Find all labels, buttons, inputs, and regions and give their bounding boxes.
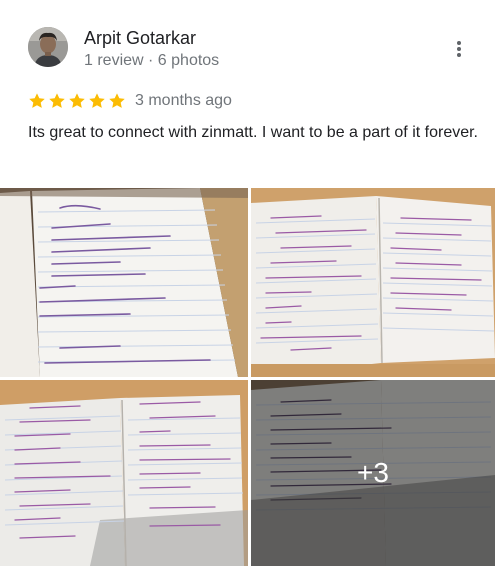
more-photos-count: +3 xyxy=(357,457,389,488)
photo-grid: +3 xyxy=(0,188,495,566)
notebook-photo-image xyxy=(251,188,495,377)
more-photos-tile[interactable]: +3 xyxy=(251,380,495,566)
review-photo[interactable] xyxy=(0,188,248,377)
star-icon xyxy=(49,93,65,108)
review-text: Its great to connect with zinmatt. I wan… xyxy=(28,124,478,141)
avatar[interactable] xyxy=(28,27,68,67)
more-photos-overlay: +3 xyxy=(251,380,495,566)
reviewer-meta: 1 review · 6 photos xyxy=(84,52,220,69)
review-photo[interactable] xyxy=(0,380,248,566)
star-icon xyxy=(89,93,105,108)
star-icon xyxy=(109,93,125,108)
review-header: Arpit Gotarkar 1 review · 6 photos xyxy=(0,0,495,80)
review-photo[interactable] xyxy=(251,188,495,377)
star-icon xyxy=(29,93,45,108)
avatar-image xyxy=(28,27,68,67)
rating-row: 3 months ago xyxy=(28,90,232,112)
more-options-button[interactable] xyxy=(444,34,474,64)
star-icon xyxy=(69,93,85,108)
review-card: Arpit Gotarkar 1 review · 6 photos 3 mon… xyxy=(0,0,495,566)
more-vert-icon xyxy=(457,41,461,57)
notebook-photo-image xyxy=(0,188,248,377)
review-date: 3 months ago xyxy=(135,92,232,109)
notebook-photo-image xyxy=(0,380,248,566)
reviewer-name[interactable]: Arpit Gotarkar xyxy=(84,27,196,49)
star-rating xyxy=(28,92,126,110)
